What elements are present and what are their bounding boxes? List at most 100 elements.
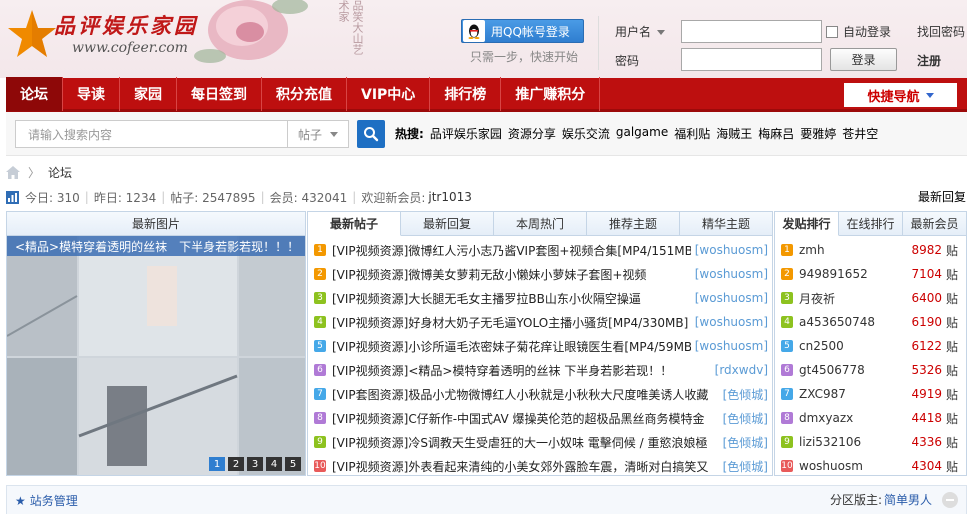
rank-user-link[interactable]: ZXC987 xyxy=(799,387,911,401)
thread-title-link[interactable]: [VIP视频资源]外表看起来清纯的小美女郊外露脸车震，清晰对白搞笑又 xyxy=(332,458,719,475)
thread-author-link[interactable]: [woshuosm] xyxy=(695,339,768,353)
thread-row[interactable]: 3 [VIP视频资源]大长腿无毛女主播罗拉BB山东小伙隔空操逼 [woshuosm] xyxy=(308,286,772,310)
rank-row[interactable]: 6 gt4506778 5326 贴 xyxy=(775,358,966,382)
rank-row[interactable]: 3 月夜祈 6400 贴 xyxy=(775,286,966,310)
thread-author-link[interactable]: [rdxwdv] xyxy=(715,363,768,377)
rank-row[interactable]: 8 dmxyazx 4418 贴 xyxy=(775,406,966,430)
hot-word-link[interactable]: 福利贴 xyxy=(674,125,710,142)
tab-latest-replies[interactable]: 最新回复 xyxy=(401,212,494,235)
thread-row[interactable]: 4 [VIP视频资源]好身材大奶子无毛逼YOLO主播小骚货[MP4/330MB] [… xyxy=(308,310,772,334)
thread-row[interactable]: 2 [VIP视频资源]微博美女萝莉无敌小懒妹小萝妹子套图+视频 [woshuosm] xyxy=(308,262,772,286)
thread-title-link[interactable]: [VIP套图资源]极品小尤物微博红人小秋就是小秋秋大尺度唯美诱人收藏 xyxy=(332,386,719,403)
slide-page-button[interactable]: 2 xyxy=(228,457,244,471)
new-member-link[interactable]: jtr1013 xyxy=(428,190,472,204)
thread-row[interactable]: 7 [VIP套图资源]极品小尤物微博红人小秋就是小秋秋大尺度唯美诱人收藏 [色倾城] xyxy=(308,382,772,406)
thread-row[interactable]: 9 [VIP视频资源]冷S调教天生受虐狂的大一小奴味 電擊伺候 / 重慾浪娘極 [色… xyxy=(308,430,772,454)
hot-word-link[interactable]: galgame xyxy=(616,125,668,142)
nav-item-ranking[interactable]: 排行榜 xyxy=(430,76,502,111)
tab-weekly-hot[interactable]: 本周热门 xyxy=(494,212,587,235)
thread-author-link[interactable]: [woshuosm] xyxy=(695,267,768,281)
nav-item-guide[interactable]: 导读 xyxy=(63,76,120,111)
nav-item-daily-signin[interactable]: 每日签到 xyxy=(177,76,262,111)
thread-row[interactable]: 8 [VIP视频资源]C仔新作-中国式AV 爆操英伦范的超极品黑丝商务模特金 [色倾… xyxy=(308,406,772,430)
hot-word-link[interactable]: 海贼王 xyxy=(716,125,752,142)
site-admin-link[interactable]: ★ 站务管理 xyxy=(15,492,78,509)
rank-row[interactable]: 7 ZXC987 4919 贴 xyxy=(775,382,966,406)
nav-item-recharge[interactable]: 积分充值 xyxy=(262,76,347,111)
auto-login-checkbox[interactable]: 自动登录 xyxy=(826,23,891,40)
thread-author-link[interactable]: [woshuosm] xyxy=(695,315,768,329)
thread-title-link[interactable]: [VIP视频资源]小诊所逼毛浓密妹子菊花痒让眼镜医生看[MP4/59MB] xyxy=(332,338,691,355)
hot-word-link[interactable]: 要雅婷 xyxy=(800,125,836,142)
thread-title-link[interactable]: [VIP视频资源]冷S调教天生受虐狂的大一小奴味 電擊伺候 / 重慾浪娘極 xyxy=(332,434,719,451)
slide-page-button[interactable]: 1 xyxy=(209,457,225,471)
rank-user-link[interactable]: 949891652 xyxy=(799,267,911,281)
logo-title[interactable]: 品评娱乐家园 xyxy=(54,10,198,40)
rank-user-link[interactable]: cn2500 xyxy=(799,339,911,353)
thread-title-link[interactable]: [VIP视频资源]好身材大奶子无毛逼YOLO主播小骚货[MP4/330MB] xyxy=(332,314,691,331)
rank-row[interactable]: 2 949891652 7104 贴 xyxy=(775,262,966,286)
nav-item-home[interactable]: 家园 xyxy=(120,76,177,111)
slide-caption[interactable]: <精品>模特穿着透明的丝袜 下半身若影若现！！！ xyxy=(7,236,305,256)
thread-author-link[interactable]: [色倾城] xyxy=(723,386,768,403)
nav-item-vip[interactable]: VIP中心 xyxy=(347,76,431,111)
home-icon[interactable] xyxy=(6,165,20,179)
username-input[interactable] xyxy=(681,20,822,43)
thread-title-link[interactable]: [VIP视频资源]C仔新作-中国式AV 爆操英伦范的超极品黑丝商务模特金 xyxy=(332,410,719,427)
register-link[interactable]: 注册 xyxy=(917,52,941,69)
thread-row[interactable]: 1 [VIP视频资源]微博红人污小志乃酱VIP套图+视频合集[MP4/151MB]… xyxy=(308,238,772,262)
rank-user-link[interactable]: 月夜祈 xyxy=(799,290,911,307)
thread-author-link[interactable]: [色倾城] xyxy=(723,410,768,427)
rank-user-link[interactable]: woshuosm xyxy=(799,459,911,473)
rank-row[interactable]: 1 zmh 8982 贴 xyxy=(775,238,966,262)
hot-word-link[interactable]: 品评娱乐家园 xyxy=(430,125,502,142)
collapse-icon[interactable] xyxy=(942,491,958,508)
hot-word-link[interactable]: 梅麻吕 xyxy=(758,125,794,142)
password-input[interactable] xyxy=(681,48,822,71)
nav-item-promote[interactable]: 推广赚积分 xyxy=(501,76,601,111)
picture-slideshow[interactable]: 1 2 3 4 5 xyxy=(7,236,305,475)
slide-page-button[interactable]: 4 xyxy=(266,457,282,471)
latest-reply-link[interactable]: 最新回复 xyxy=(918,188,966,205)
username-type-select[interactable]: 用户名 xyxy=(615,23,666,40)
tab-post-ranking[interactable]: 发贴排行 xyxy=(775,212,839,236)
rank-row[interactable]: 9 lizi532106 4336 贴 xyxy=(775,430,966,454)
thread-author-link[interactable]: [色倾城] xyxy=(723,458,768,475)
tab-recommended[interactable]: 推荐主题 xyxy=(587,212,680,235)
thread-title-link[interactable]: [VIP视频资源]大长腿无毛女主播罗拉BB山东小伙隔空操逼 xyxy=(332,290,691,307)
rank-user-link[interactable]: zmh xyxy=(799,243,911,257)
qq-login-button[interactable]: 用QQ帐号登录 xyxy=(461,19,584,43)
thread-author-link[interactable]: [woshuosm] xyxy=(695,243,768,257)
search-type-select[interactable]: 帖子 xyxy=(287,120,349,148)
slide-page-button[interactable]: 3 xyxy=(247,457,263,471)
thread-title-link[interactable]: [VIP视频资源]微博美女萝莉无敌小懒妹小萝妹子套图+视频 xyxy=(332,266,691,283)
quick-nav-button[interactable]: 快捷导航 xyxy=(844,83,957,107)
tab-featured[interactable]: 精华主题 xyxy=(680,212,772,235)
thread-title-link[interactable]: [VIP视频资源]<精品>模特穿着透明的丝袜 下半身若影若现！！ xyxy=(332,362,711,379)
hot-word-link[interactable]: 资源分享 xyxy=(508,125,556,142)
nav-item-forum[interactable]: 论坛 xyxy=(6,76,63,111)
checkbox-icon[interactable] xyxy=(826,25,838,38)
thread-author-link[interactable]: [woshuosm] xyxy=(695,291,768,305)
rank-user-link[interactable]: dmxyazx xyxy=(799,411,911,425)
rank-row[interactable]: 10 woshuosm 4304 贴 xyxy=(775,454,966,478)
rank-row[interactable]: 4 a453650748 6190 贴 xyxy=(775,310,966,334)
search-input[interactable]: 请输入搜索内容 xyxy=(15,120,287,148)
tab-new-members[interactable]: 最新会员 xyxy=(903,212,966,235)
tab-latest-threads[interactable]: 最新帖子 xyxy=(308,212,401,236)
login-button[interactable]: 登录 xyxy=(830,48,897,71)
rank-user-link[interactable]: a453650748 xyxy=(799,315,911,329)
tab-online-ranking[interactable]: 在线排行 xyxy=(839,212,903,235)
slide-page-button[interactable]: 5 xyxy=(285,457,301,471)
breadcrumb-current[interactable]: 论坛 xyxy=(48,164,72,181)
hot-word-link[interactable]: 娱乐交流 xyxy=(562,125,610,142)
thread-row[interactable]: 6 [VIP视频资源]<精品>模特穿着透明的丝袜 下半身若影若现！！ [rdxwdv… xyxy=(308,358,772,382)
thread-row[interactable]: 5 [VIP视频资源]小诊所逼毛浓密妹子菊花痒让眼镜医生看[MP4/59MB] [w… xyxy=(308,334,772,358)
moderator-link[interactable]: 简单男人 xyxy=(884,491,932,508)
thread-title-link[interactable]: [VIP视频资源]微博红人污小志乃酱VIP套图+视频合集[MP4/151MB] xyxy=(332,242,691,259)
rank-user-link[interactable]: gt4506778 xyxy=(799,363,911,377)
find-password-link[interactable]: 找回密码 xyxy=(917,23,965,40)
thread-row[interactable]: 10 [VIP视频资源]外表看起来清纯的小美女郊外露脸车震，清晰对白搞笑又 [色倾城… xyxy=(308,454,772,478)
slideshow-image[interactable] xyxy=(7,236,305,475)
thread-author-link[interactable]: [色倾城] xyxy=(723,434,768,451)
